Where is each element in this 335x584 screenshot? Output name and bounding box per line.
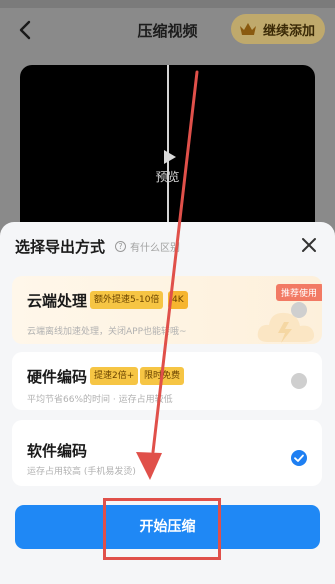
- difference-hint-link[interactable]: ? 有什么区别: [115, 239, 180, 254]
- option-description: 平均节省66%的时间 · 运存占用较低: [27, 395, 173, 405]
- continue-add-label: 继续添加: [262, 23, 315, 39]
- option-radio[interactable]: [291, 373, 307, 389]
- speed-tag: 提速2倍+: [90, 367, 139, 385]
- option-software-encoding[interactable]: 软件编码 运存占用较高 (手机易发烫): [12, 420, 322, 486]
- option-name: 云端处理: [27, 292, 88, 310]
- continue-add-button[interactable]: 继续添加: [230, 14, 325, 44]
- close-icon[interactable]: [300, 236, 318, 254]
- crown-icon: [239, 23, 256, 35]
- option-description: 云端离线加速处理，关闭APP也能转哦~: [27, 327, 187, 337]
- annotation-highlight-box: [103, 498, 221, 560]
- option-description: 运存占用较高 (手机易发烫): [27, 467, 136, 477]
- recommend-badge: 推荐使用: [275, 284, 322, 301]
- option-name: 硬件编码: [27, 368, 88, 386]
- 4k-tag: 4K: [168, 291, 188, 309]
- play-icon[interactable]: [160, 148, 178, 166]
- option-radio-selected[interactable]: [291, 450, 307, 466]
- question-icon: ?: [115, 241, 126, 252]
- difference-hint-label: 有什么区别: [130, 243, 180, 254]
- cloud-lightning-icon: [257, 312, 315, 343]
- check-icon: [294, 454, 304, 462]
- preview-label: 预览: [155, 170, 180, 184]
- option-cloud-processing[interactable]: 云端处理 额外提速5-10倍 4K 推荐使用 云端离线加速处理，关闭APP也能转…: [12, 276, 322, 344]
- option-name: 软件编码: [27, 442, 88, 460]
- status-bar: [0, 0, 335, 8]
- option-hardware-encoding[interactable]: 硬件编码 提速2倍+ 限时免费 平均节省66%的时间 · 运存占用较低: [12, 352, 322, 410]
- speed-tag: 额外提速5-10倍: [90, 291, 164, 309]
- free-tag: 限时免费: [140, 367, 185, 385]
- sheet-title: 选择导出方式: [15, 238, 106, 256]
- top-bar: 压缩视频 继续添加: [0, 8, 335, 52]
- option-radio[interactable]: [291, 302, 307, 318]
